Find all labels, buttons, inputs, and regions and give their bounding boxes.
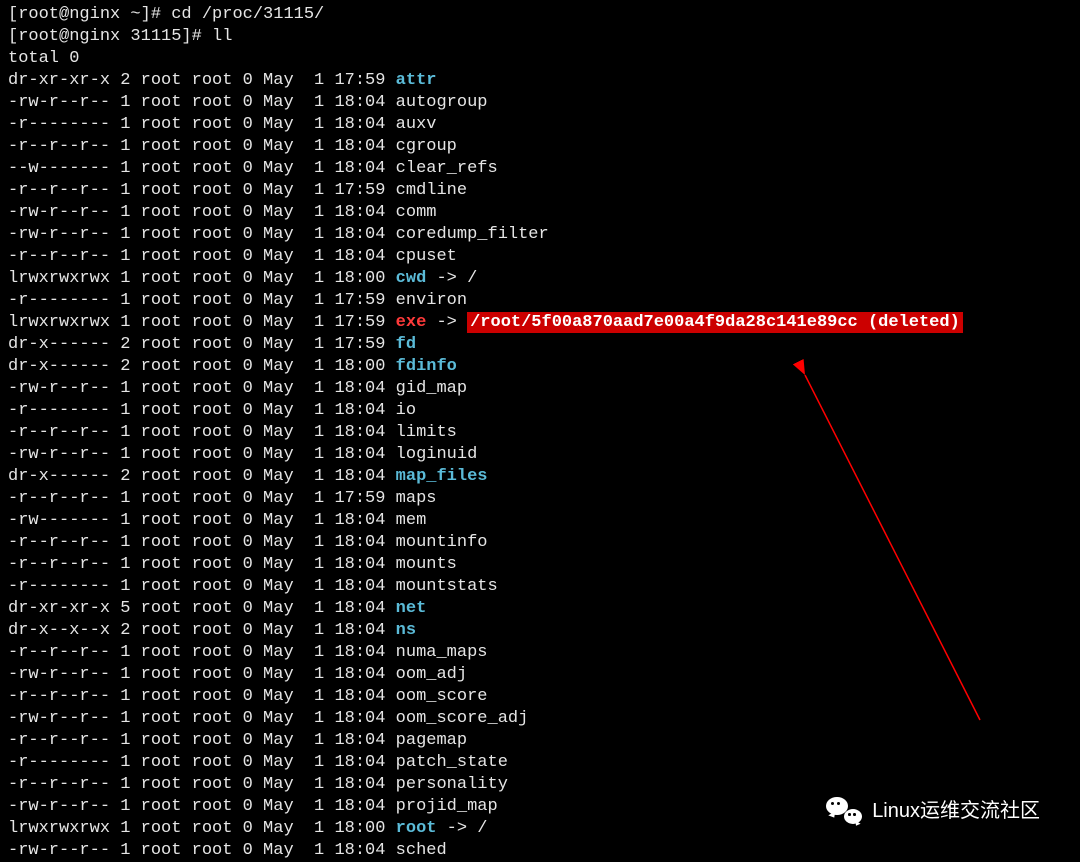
terminal-line: lrwxrwxrwx 1 root root 0 May 1 17:59 exe… (8, 312, 1072, 334)
terminal-line: -r--r--r-- 1 root root 0 May 1 18:04 lim… (8, 422, 1072, 444)
wechat-icon (826, 796, 866, 826)
terminal-line: -r--r--r-- 1 root root 0 May 1 18:04 oom… (8, 686, 1072, 708)
terminal-line: -rw-r--r-- 1 root root 0 May 1 18:04 gid… (8, 378, 1072, 400)
terminal-line: -r-------- 1 root root 0 May 1 18:04 pat… (8, 752, 1072, 774)
file-name: cmdline (396, 181, 467, 200)
file-name: cgroup (396, 137, 457, 156)
file-name: maps (396, 489, 437, 508)
terminal-line: -rw-r--r-- 1 root root 0 May 1 18:04 oom… (8, 708, 1072, 730)
file-name: mem (396, 511, 427, 530)
file-name: autogroup (396, 93, 488, 112)
terminal-line: -r--r--r-- 1 root root 0 May 1 18:04 cgr… (8, 136, 1072, 158)
terminal-line: -r--r--r-- 1 root root 0 May 1 18:04 mou… (8, 532, 1072, 554)
terminal-line: lrwxrwxrwx 1 root root 0 May 1 18:00 cwd… (8, 268, 1072, 290)
file-name: mountinfo (396, 533, 488, 552)
dir-name: map_files (396, 467, 488, 486)
file-name: cpuset (396, 247, 457, 266)
terminal-line: dr-xr-xr-x 2 root root 0 May 1 17:59 att… (8, 70, 1072, 92)
file-name: oom_score_adj (396, 709, 529, 728)
symlink-name: cwd (396, 269, 427, 288)
file-name: coredump_filter (396, 225, 549, 244)
file-name: limits (396, 423, 457, 442)
terminal-line: -r--r--r-- 1 root root 0 May 1 18:04 mou… (8, 554, 1072, 576)
terminal-line: -r--r--r-- 1 root root 0 May 1 17:59 cmd… (8, 180, 1072, 202)
dir-name: fdinfo (396, 357, 457, 376)
file-name: numa_maps (396, 643, 488, 662)
symlink-name: exe (396, 313, 427, 332)
terminal-line: -rw-r--r-- 1 root root 0 May 1 18:04 oom… (8, 664, 1072, 686)
terminal-line: -r--r--r-- 1 root root 0 May 1 18:04 cpu… (8, 246, 1072, 268)
file-name: patch_state (396, 753, 508, 772)
terminal-line: -r--r--r-- 1 root root 0 May 1 17:59 map… (8, 488, 1072, 510)
terminal-line: -rw-r--r-- 1 root root 0 May 1 18:04 aut… (8, 92, 1072, 114)
terminal-line: dr-x------ 2 root root 0 May 1 17:59 fd (8, 334, 1072, 356)
terminal-line: dr-x------ 2 root root 0 May 1 18:04 map… (8, 466, 1072, 488)
terminal-line: dr-xr-xr-x 5 root root 0 May 1 18:04 net (8, 598, 1072, 620)
terminal-line: -rw-r--r-- 1 root root 0 May 1 18:04 com… (8, 202, 1072, 224)
dir-name: ns (396, 621, 416, 640)
file-name: loginuid (396, 445, 478, 464)
file-name: mounts (396, 555, 457, 574)
file-name: projid_map (396, 797, 498, 816)
file-name: sched (396, 841, 447, 860)
terminal-line: -r--r--r-- 1 root root 0 May 1 18:04 num… (8, 642, 1072, 664)
file-name: clear_refs (396, 159, 498, 178)
file-name: comm (396, 203, 437, 222)
terminal-line: dr-x------ 2 root root 0 May 1 18:00 fdi… (8, 356, 1072, 378)
file-name: io (396, 401, 416, 420)
symlink-name: root (396, 819, 437, 838)
dir-name: fd (396, 335, 416, 354)
file-name: personality (396, 775, 508, 794)
file-name: pagemap (396, 731, 467, 750)
terminal-line: [root@nginx ~]# cd /proc/31115/ (8, 4, 1072, 26)
terminal-line: total 0 (8, 48, 1072, 70)
terminal-line: -r--r--r-- 1 root root 0 May 1 18:04 pag… (8, 730, 1072, 752)
terminal-line: -rw-r--r-- 1 root root 0 May 1 18:04 sch… (8, 840, 1072, 862)
dir-name: net (396, 599, 427, 618)
terminal-line: -rw------- 1 root root 0 May 1 18:04 mem (8, 510, 1072, 532)
terminal-line: [root@nginx 31115]# ll (8, 26, 1072, 48)
dir-name: attr (396, 71, 437, 90)
terminal-line: dr-x--x--x 2 root root 0 May 1 18:04 ns (8, 620, 1072, 642)
terminal-line: --w------- 1 root root 0 May 1 18:04 cle… (8, 158, 1072, 180)
terminal-line: -r-------- 1 root root 0 May 1 17:59 env… (8, 290, 1072, 312)
file-name: mountstats (396, 577, 498, 596)
terminal-line: -r-------- 1 root root 0 May 1 18:04 aux… (8, 114, 1072, 136)
terminal-line: -r-------- 1 root root 0 May 1 18:04 io (8, 400, 1072, 422)
file-name: gid_map (396, 379, 467, 398)
terminal-line: -r-------- 1 root root 0 May 1 18:04 mou… (8, 576, 1072, 598)
terminal-output[interactable]: [root@nginx ~]# cd /proc/31115/[root@ngi… (8, 4, 1072, 862)
file-name: environ (396, 291, 467, 310)
file-name: oom_score (396, 687, 488, 706)
terminal-line: -rw-r--r-- 1 root root 0 May 1 18:04 log… (8, 444, 1072, 466)
file-name: oom_adj (396, 665, 467, 684)
terminal-line: -rw-r--r-- 1 root root 0 May 1 18:04 cor… (8, 224, 1072, 246)
watermark: Linux运维交流社区 (826, 796, 1040, 826)
terminal-line: -r--r--r-- 1 root root 0 May 1 18:04 per… (8, 774, 1072, 796)
watermark-text: Linux运维交流社区 (872, 800, 1040, 822)
file-name: auxv (396, 115, 437, 134)
deleted-target: /root/5f00a870aad7e00a4f9da28c141e89cc (… (467, 312, 963, 333)
